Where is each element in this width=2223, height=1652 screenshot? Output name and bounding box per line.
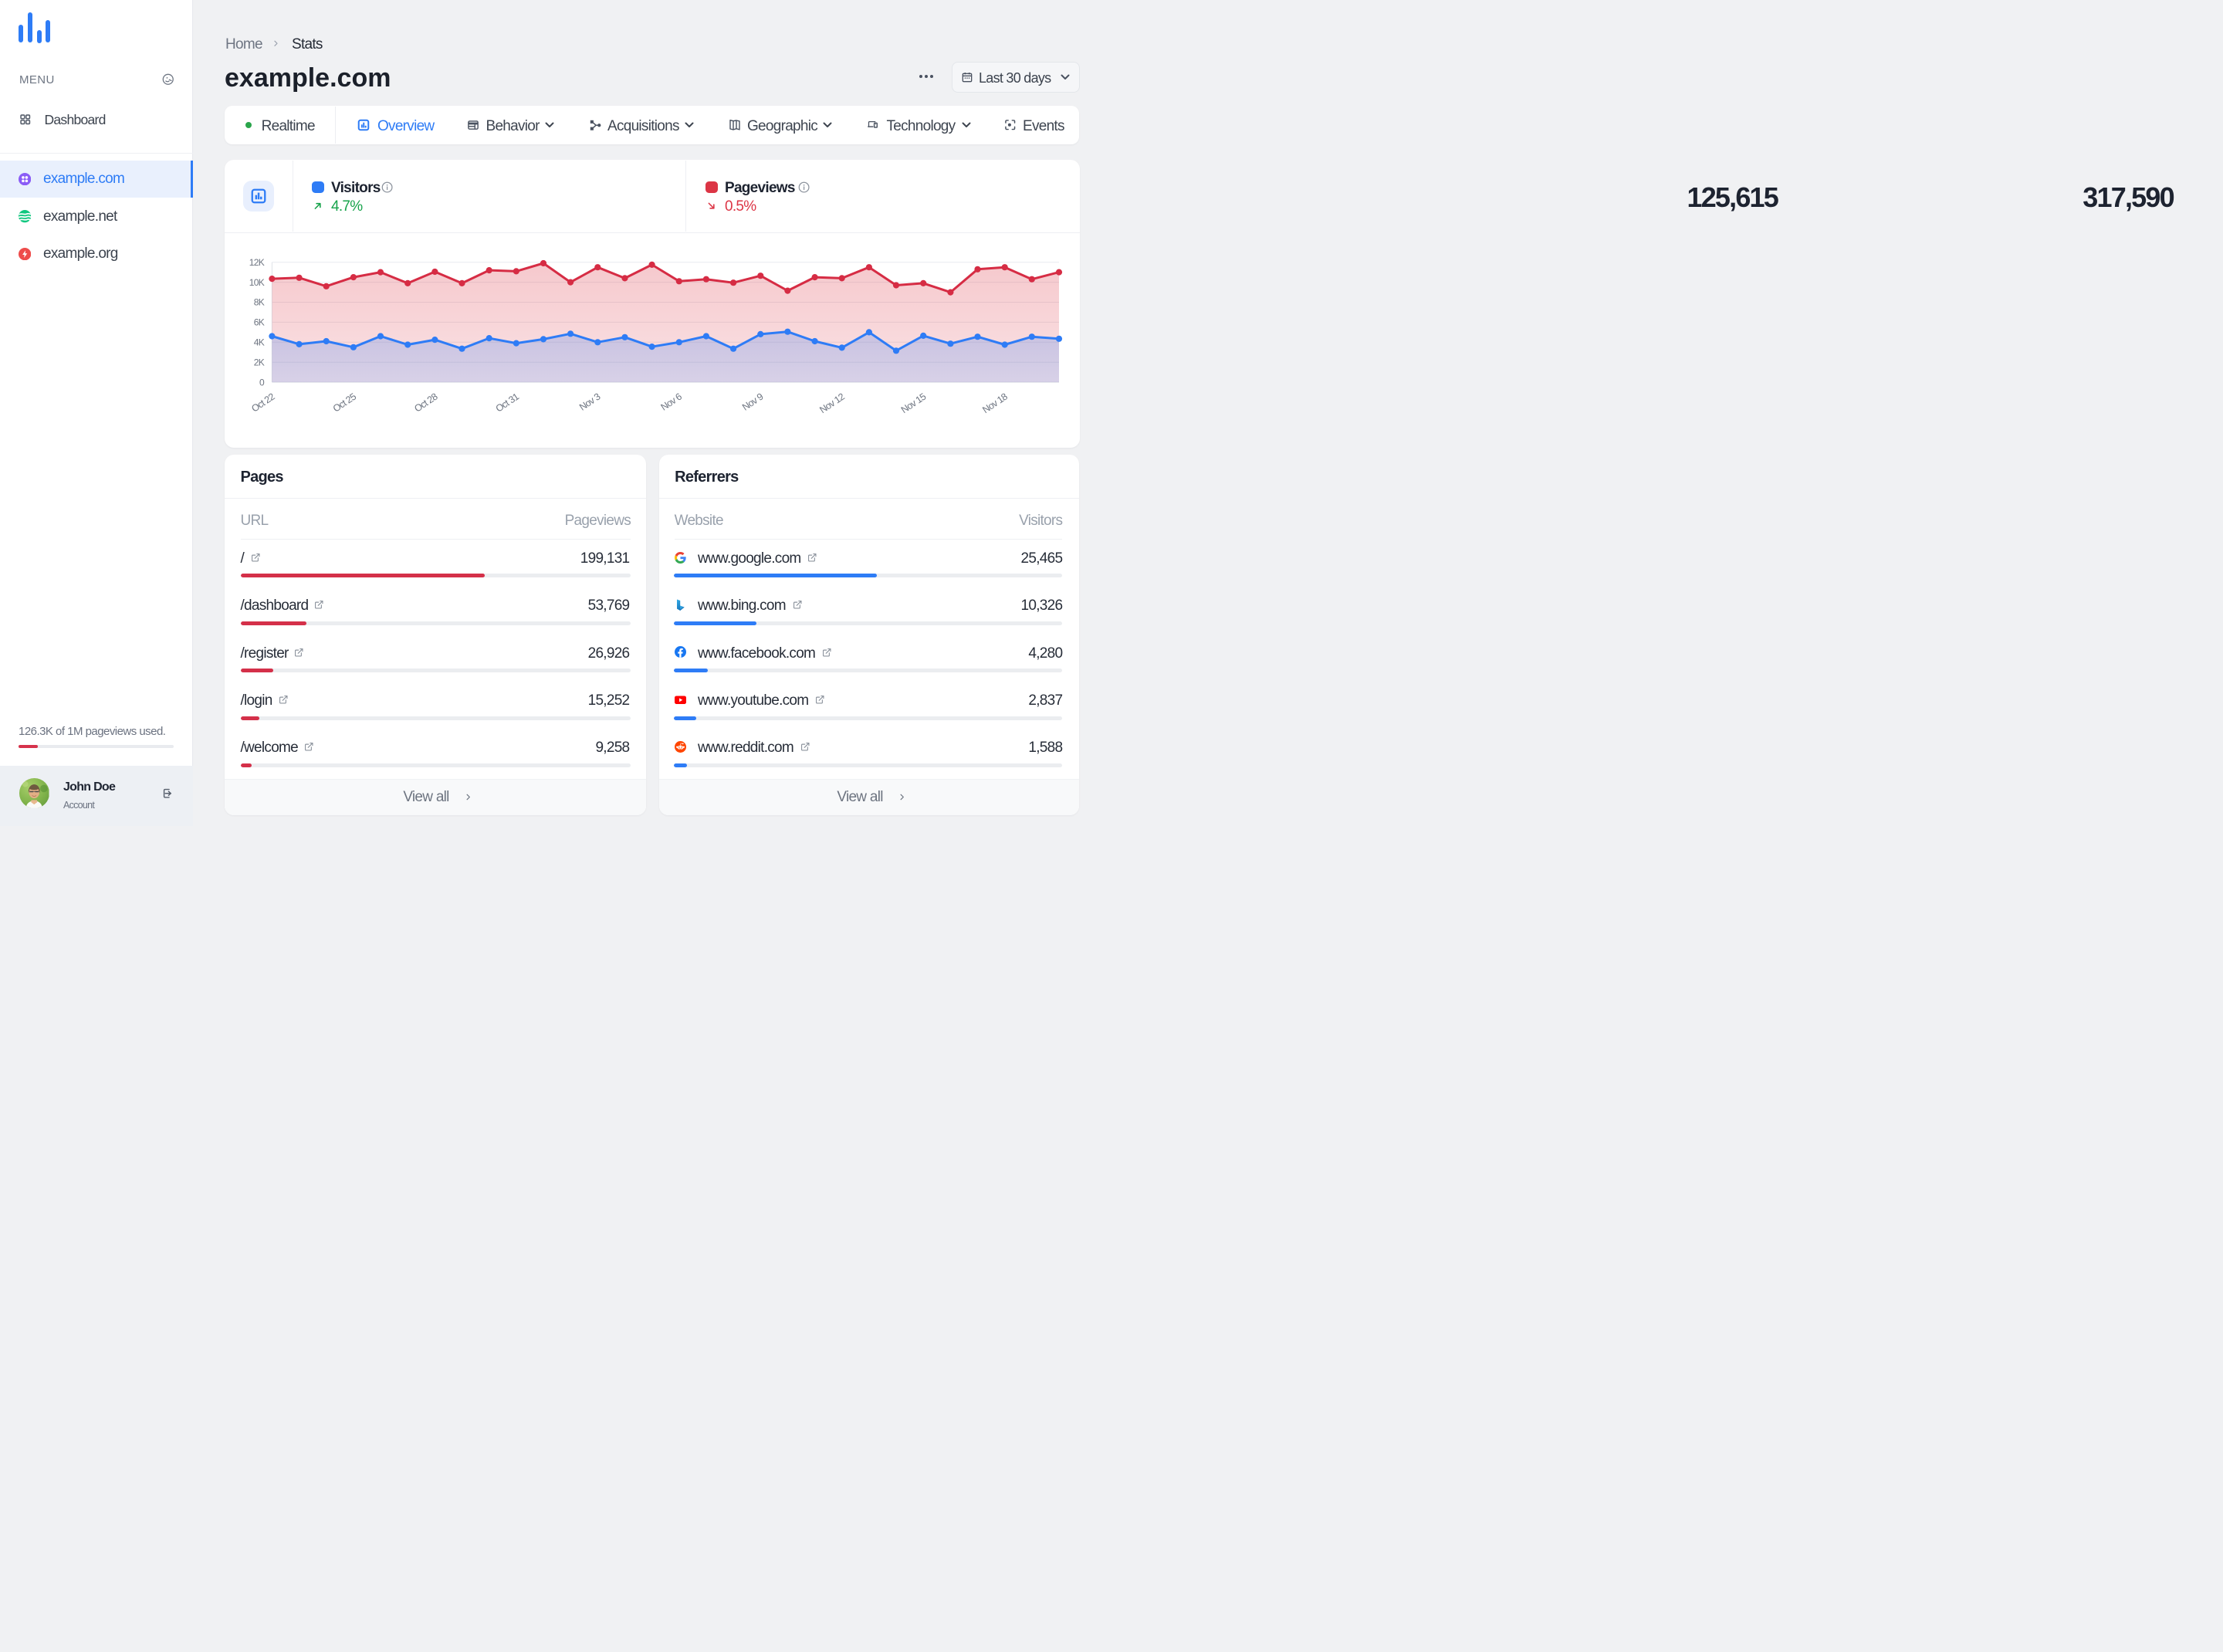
- svg-text:Oct 25: Oct 25: [331, 391, 358, 414]
- svg-text:10K: 10K: [249, 277, 265, 288]
- svg-text:Oct 31: Oct 31: [494, 391, 521, 414]
- svg-text:8K: 8K: [254, 297, 265, 308]
- svg-text:Nov 6: Nov 6: [659, 391, 685, 412]
- svg-text:Nov 9: Nov 9: [740, 391, 766, 412]
- svg-text:2K: 2K: [254, 357, 265, 367]
- svg-text:0: 0: [259, 377, 265, 388]
- svg-text:Oct 28: Oct 28: [412, 391, 439, 414]
- svg-text:12K: 12K: [249, 257, 265, 268]
- svg-text:Nov 18: Nov 18: [980, 391, 1010, 415]
- svg-text:6K: 6K: [254, 317, 265, 328]
- svg-text:Nov 12: Nov 12: [817, 391, 847, 415]
- svg-text:Nov 15: Nov 15: [899, 391, 929, 415]
- svg-text:Oct 22: Oct 22: [249, 391, 276, 414]
- svg-text:4K: 4K: [254, 337, 265, 348]
- svg-text:Nov 3: Nov 3: [577, 391, 603, 412]
